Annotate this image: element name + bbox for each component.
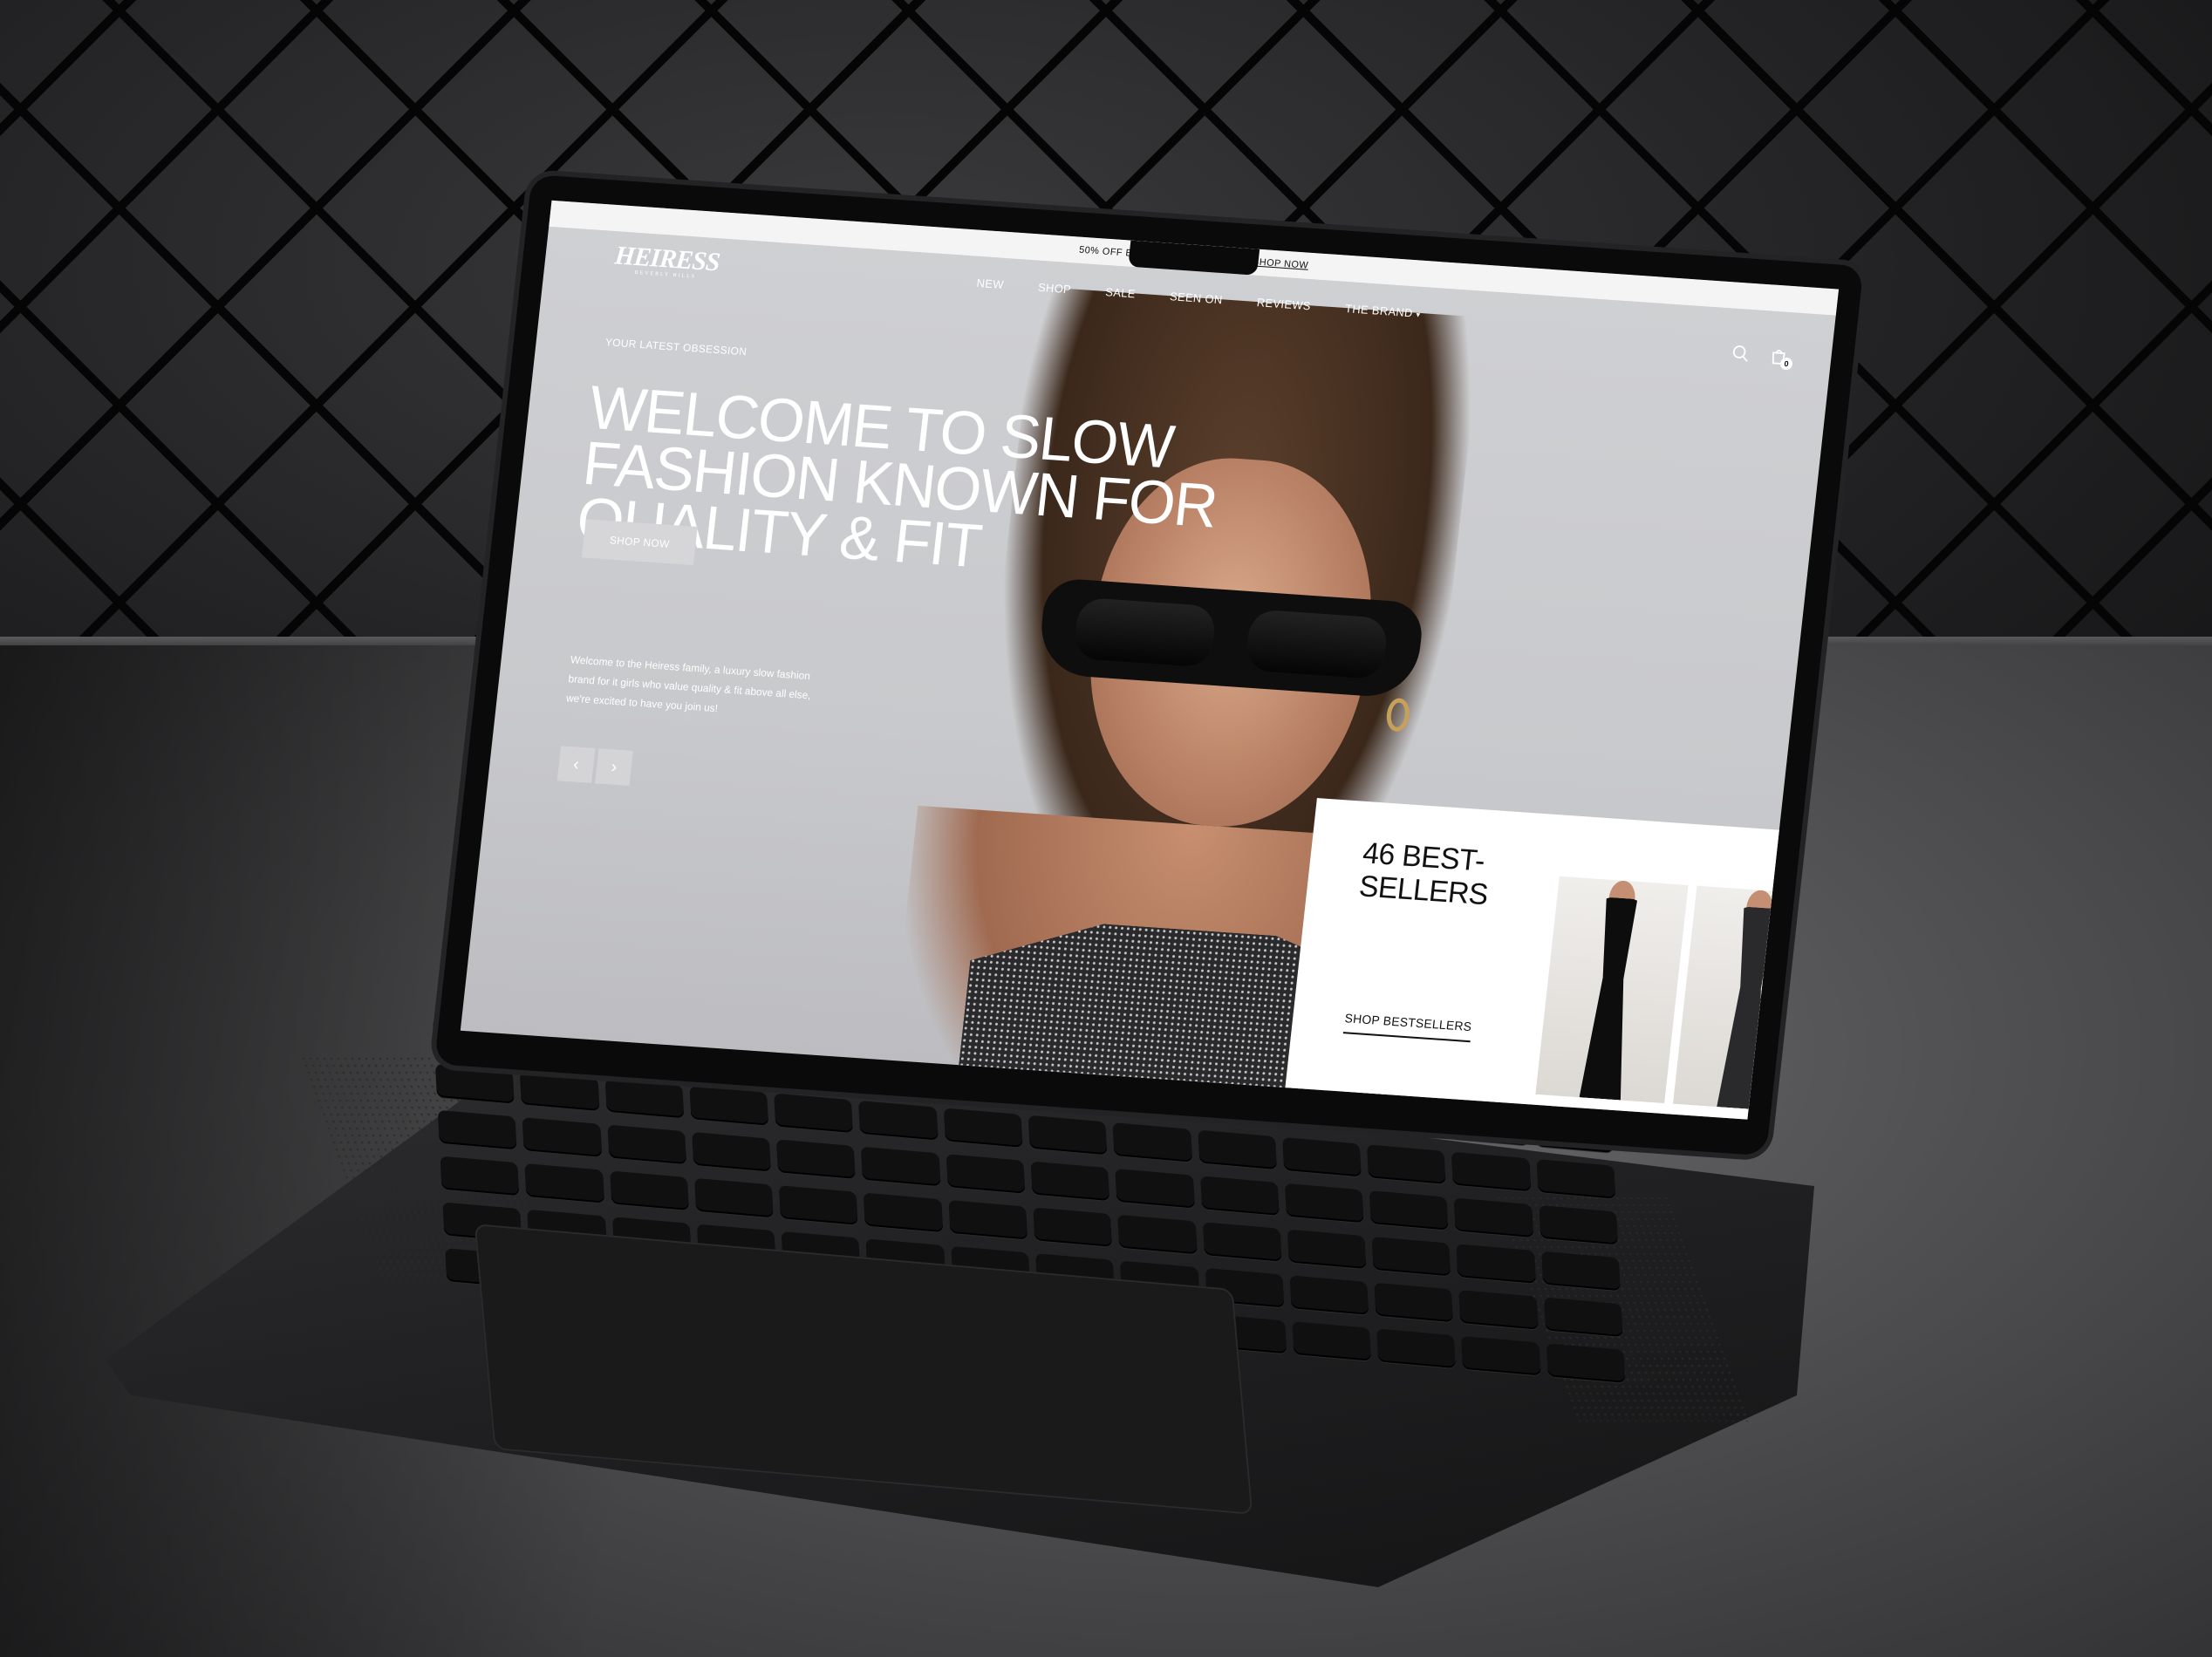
bestsellers-panel: 46 BEST-SELLERS SHOP BESTSELLERS: [1278, 798, 1826, 1120]
keyboard-key: [858, 1100, 939, 1141]
keyboard-key: [1543, 1297, 1623, 1338]
announcement-text: 50% OFF E: [1078, 244, 1133, 259]
keyboard-key: [604, 1078, 685, 1119]
bestseller-product-card[interactable]: [1535, 876, 1689, 1103]
heiress-logo[interactable]: HEIRESS BEVERLY HILLS: [613, 241, 721, 281]
keyboard-key: [943, 1108, 1023, 1148]
keyboard-key: [1199, 1176, 1280, 1216]
keyboard-key: [1289, 1275, 1369, 1315]
chevron-down-icon: ▾: [1416, 310, 1422, 319]
logo-brand: HEIRESS: [613, 241, 721, 277]
nav-item-shop[interactable]: SHOP: [1037, 280, 1072, 296]
keyboard-key: [1287, 1229, 1367, 1270]
keyboard-key: [440, 1156, 520, 1197]
nav-item-sale[interactable]: SALE: [1105, 285, 1137, 300]
keyboard-key: [1376, 1328, 1457, 1369]
keyboard-key: [693, 1177, 774, 1218]
keyboard-key: [1027, 1115, 1108, 1156]
keyboard-key: [1453, 1197, 1533, 1238]
main-nav: NEW SHOP SALE SEEN ON REVIEWS THE BRAND ▾: [976, 276, 1421, 319]
keyboard-key: [946, 1154, 1026, 1194]
keyboard-key: [1374, 1282, 1454, 1323]
keyboard-key: [692, 1131, 772, 1172]
keyboard-key: [1536, 1159, 1616, 1199]
keyboard-key: [776, 1139, 857, 1179]
keyboard-key: [1284, 1183, 1364, 1224]
keyboard-key: [1115, 1168, 1195, 1209]
keyboard-key: [1540, 1251, 1621, 1292]
hero-intro-text: Welcome to the Heiress family, a luxury …: [565, 653, 812, 715]
keyboard-key: [1451, 1151, 1532, 1192]
keyboard-key: [524, 1163, 604, 1204]
keyboard-key: [778, 1185, 858, 1225]
nav-item-reviews[interactable]: REVIEWS: [1256, 296, 1311, 312]
keyboard-key: [1281, 1136, 1362, 1177]
keyboard-key: [861, 1146, 941, 1187]
chevron-left-icon[interactable]: ‹: [556, 746, 596, 783]
keyboard-key: [520, 1071, 600, 1111]
keyboard-key: [1367, 1144, 1447, 1184]
keyboard-key: [774, 1093, 854, 1134]
nav-item-new[interactable]: NEW: [976, 276, 1005, 290]
sunglasses-lens-right: [1244, 609, 1389, 680]
keyboard-key: [522, 1117, 602, 1157]
carousel-controls: ‹ ›: [556, 746, 633, 786]
browser-viewport: 50% OFF E SHOP NOW HEIRESS BEVERLY HILLS…: [460, 200, 1840, 1120]
header-icons: 0: [1731, 344, 1793, 371]
keyboard-key: [1292, 1321, 1372, 1361]
keyboard-key: [948, 1199, 1028, 1240]
keyboard-key: [437, 1109, 517, 1150]
keyboard-key: [1202, 1222, 1282, 1262]
shop-bestsellers-link[interactable]: SHOP BESTSELLERS: [1342, 1011, 1473, 1043]
nav-item-seen-on[interactable]: SEEN ON: [1169, 290, 1223, 306]
bestsellers-title: 46 BEST-SELLERS: [1357, 836, 1490, 912]
keyboard-key: [1197, 1129, 1277, 1170]
keyboard-key: [864, 1192, 944, 1233]
search-icon[interactable]: [1731, 344, 1751, 364]
keyboard-key: [434, 1063, 515, 1104]
sunglasses-lens-left: [1072, 597, 1218, 668]
nav-item-the-brand[interactable]: THE BRAND ▾: [1344, 302, 1421, 320]
keyboard-key: [1458, 1290, 1539, 1330]
keyboard-key: [606, 1124, 686, 1165]
keyboard-key: [1112, 1122, 1192, 1163]
product-black-dress: [1574, 897, 1648, 1101]
keyboard-key: [1461, 1335, 1541, 1376]
keyboard-key: [1117, 1214, 1198, 1255]
keyboard-key: [1369, 1190, 1449, 1231]
nav-item-the-brand-label: THE BRAND: [1344, 301, 1414, 319]
shopping-bag-icon[interactable]: 0: [1768, 346, 1793, 371]
keyboard-key: [689, 1086, 769, 1126]
keyboard-key: [1539, 1204, 1619, 1245]
hero-kicker: YOUR LATEST OBSESSION: [604, 336, 748, 358]
laptop-lid: 50% OFF E SHOP NOW HEIRESS BEVERLY HILLS…: [434, 174, 1864, 1156]
keyboard-key: [1030, 1161, 1110, 1202]
chevron-right-icon[interactable]: ›: [595, 748, 633, 786]
announcement-shop-now-link[interactable]: SHOP NOW: [1252, 256, 1308, 270]
keyboard-key: [1371, 1236, 1451, 1277]
keyboard-key: [1033, 1207, 1113, 1247]
keyboard-key: [1546, 1343, 1626, 1383]
cart-count-badge: 0: [1779, 357, 1793, 371]
keyboard-key: [1456, 1244, 1536, 1284]
shop-now-button[interactable]: SHOP NOW: [581, 519, 698, 566]
keyboard-key: [609, 1170, 689, 1210]
